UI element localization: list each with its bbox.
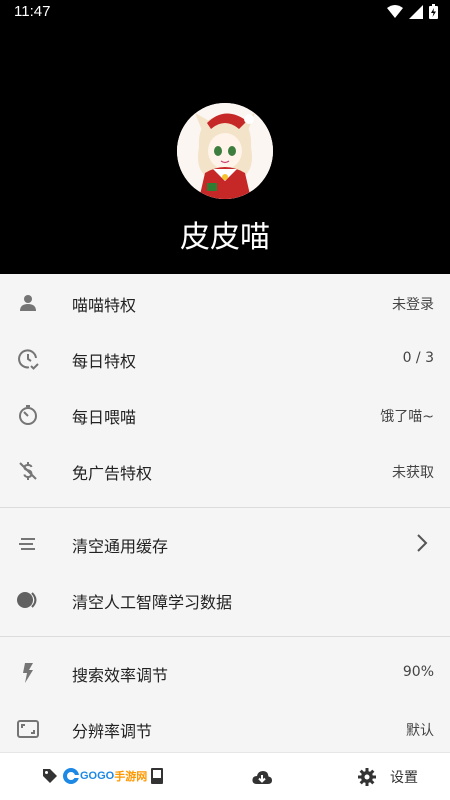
row-no-ads[interactable]: 免广告特权 未获取 xyxy=(0,443,450,499)
username: 皮皮喵 xyxy=(180,220,270,255)
status-time: 11:47 xyxy=(14,3,51,20)
profile-header: 11:47 皮皮喵 xyxy=(0,0,450,274)
gear-icon xyxy=(358,768,376,786)
nav-download-button[interactable] xyxy=(252,768,272,788)
tag-icon xyxy=(43,769,57,783)
resolution-icon xyxy=(17,720,39,738)
logo-e-icon xyxy=(63,768,79,784)
logo-text-2: 手游网 xyxy=(114,771,148,783)
cloud-download-icon xyxy=(252,771,272,784)
signal-icon xyxy=(409,4,423,19)
row-label: 搜索效率调节 xyxy=(72,666,169,685)
row-label: 每日喂喵 xyxy=(72,408,137,427)
cache-section: 清空通用缓存 清空人工智障学习数据 xyxy=(0,508,450,628)
row-meow-privilege[interactable]: 喵喵特权 未登录 xyxy=(0,275,450,331)
wifi-icon xyxy=(387,4,403,18)
timer-icon xyxy=(19,405,37,425)
row-resolution[interactable]: 分辨率调节 默认 xyxy=(0,701,450,757)
nav-settings-button[interactable]: 设置 xyxy=(358,767,418,787)
row-value: 0 / 3 xyxy=(402,350,434,366)
row-clear-ai-data[interactable]: 清空人工智障学习数据 xyxy=(0,572,450,628)
settings-list: 喵喵特权 未登录 每日特权 0 / 3 每日喂喵 饿了喵~ 免广告特权 未获取 … xyxy=(0,274,450,757)
row-clear-cache[interactable]: 清空通用缓存 xyxy=(0,516,450,572)
row-label: 每日特权 xyxy=(72,352,137,371)
row-label: 分辨率调节 xyxy=(72,722,153,741)
row-label: 清空通用缓存 xyxy=(72,537,169,556)
avatar-image xyxy=(177,103,273,199)
row-value: 未获取 xyxy=(392,465,434,481)
chevron-right-icon xyxy=(417,534,428,552)
privileges-section: 喵喵特权 未登录 每日特权 0 / 3 每日喂喵 饿了喵~ 免广告特权 未获取 xyxy=(0,274,450,499)
row-search-efficiency[interactable]: 搜索效率调节 90% xyxy=(0,645,450,701)
logo-text-1: GOGO xyxy=(80,770,115,782)
battery-icon xyxy=(429,4,438,19)
row-value: 默认 xyxy=(406,723,434,739)
book-icon xyxy=(151,768,164,784)
row-value: 未登录 xyxy=(392,297,434,313)
status-icons xyxy=(387,4,438,19)
watermark-logo: GOGO 手游网 xyxy=(62,767,147,785)
settings-label: 设置 xyxy=(390,770,418,786)
row-value: 饿了喵~ xyxy=(380,409,434,425)
row-label: 免广告特权 xyxy=(72,464,153,483)
row-label: 清空人工智障学习数据 xyxy=(72,593,233,612)
avatar[interactable] xyxy=(177,103,273,199)
row-daily-feed[interactable]: 每日喂喵 饿了喵~ xyxy=(0,387,450,443)
clock-check-icon xyxy=(18,349,39,370)
clear-lines-icon xyxy=(19,538,35,550)
row-label: 喵喵特权 xyxy=(72,296,137,315)
row-value: 90% xyxy=(402,664,434,680)
toggle-icon xyxy=(17,592,37,608)
nav-tag-button[interactable]: GOGO 手游网 xyxy=(42,767,164,785)
flash-icon xyxy=(23,663,33,683)
row-daily-privilege[interactable]: 每日特权 0 / 3 xyxy=(0,331,450,387)
status-bar: 11:47 xyxy=(0,0,450,24)
person-icon xyxy=(20,295,36,311)
no-ads-icon xyxy=(19,462,37,480)
tuning-section: 搜索效率调节 90% 分辨率调节 默认 xyxy=(0,637,450,757)
bottom-nav: GOGO 手游网 设置 xyxy=(0,752,450,800)
